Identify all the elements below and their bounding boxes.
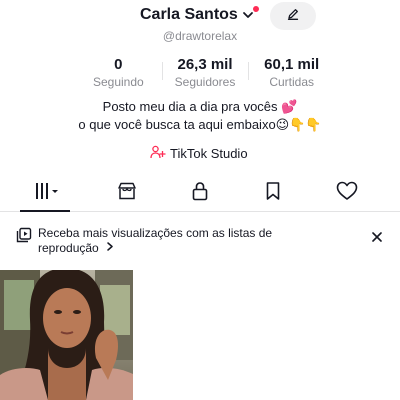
account-switcher[interactable]: Carla Santos	[140, 6, 259, 24]
video-thumbnail[interactable]	[0, 270, 133, 400]
notification-dot	[253, 6, 259, 12]
playlist-icon	[16, 227, 32, 248]
studio-person-icon	[150, 145, 170, 162]
stat-following[interactable]: 0 Seguindo	[75, 56, 162, 90]
heart-icon	[336, 181, 358, 206]
tab-videos[interactable]	[28, 175, 68, 211]
pencil-icon	[286, 7, 300, 26]
profile-bio: Posto meu dia a dia pra vocês 💕 o que vo…	[0, 98, 400, 134]
bio-line: o que você busca ta aqui embaixo😉👇👇	[78, 117, 322, 132]
chevron-right-icon	[106, 240, 114, 254]
banner-text: Receba mais visualizações com as listas …	[38, 226, 318, 256]
bio-line: Posto meu dia a dia pra vocês 💕	[102, 99, 298, 114]
studio-label: TikTok Studio	[170, 146, 248, 161]
active-tab-indicator	[20, 210, 70, 212]
video-thumbnail-image	[0, 270, 133, 400]
bookmark-icon	[265, 181, 281, 206]
profile-handle: @drawtorelax	[162, 29, 238, 43]
tab-private[interactable]	[180, 175, 220, 211]
banner-message: Receba mais visualizações com as listas …	[38, 226, 273, 255]
tab-shop[interactable]	[107, 175, 147, 211]
stat-value: 26,3 mil	[177, 56, 233, 73]
profile-name: Carla Santos	[140, 6, 238, 23]
tiktok-studio-link[interactable]: TikTok Studio	[150, 145, 248, 162]
profile-header: Carla Santos @drawtorelax	[0, 0, 400, 50]
playlist-banner[interactable]: Receba mais visualizações com as listas …	[0, 222, 400, 262]
stat-followers[interactable]: 26,3 mil Seguidores	[161, 56, 249, 90]
stat-value: 0	[114, 56, 123, 73]
content-tabs	[0, 175, 400, 212]
close-icon[interactable]	[370, 230, 384, 244]
lock-icon	[191, 181, 209, 206]
profile-stats: 0 Seguindo 26,3 mil Seguidores 60,1 mil …	[75, 56, 335, 90]
stat-label: Seguindo	[92, 75, 144, 89]
tab-liked[interactable]	[327, 175, 367, 211]
edit-profile-button[interactable]	[270, 2, 316, 30]
stat-label: Seguidores	[174, 75, 236, 89]
tab-saved[interactable]	[253, 175, 293, 211]
stat-value: 60,1 mil	[264, 56, 320, 73]
grid-icon	[34, 182, 62, 205]
stat-likes[interactable]: 60,1 mil Curtidas	[248, 56, 335, 90]
stat-label: Curtidas	[269, 75, 315, 89]
shop-icon	[117, 182, 137, 205]
